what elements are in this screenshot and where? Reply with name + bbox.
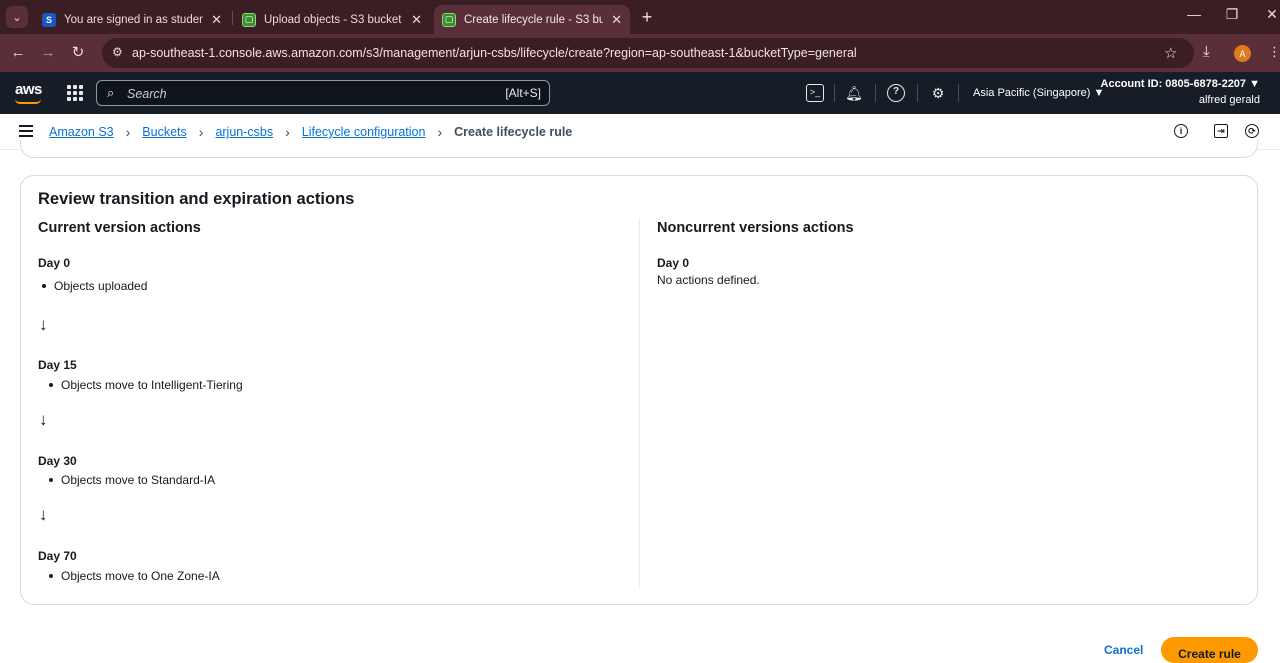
cancel-button[interactable]: Cancel	[1104, 643, 1143, 657]
arrow-down-icon: ↓	[39, 315, 48, 334]
nav-divider	[958, 84, 959, 102]
tab-title: You are signed in as student	[64, 13, 204, 26]
info-icon[interactable]: i	[1174, 124, 1188, 138]
nav-divider	[834, 84, 835, 102]
search-input[interactable]	[127, 85, 487, 102]
step-day: Day 15	[38, 358, 77, 372]
previous-container-edge	[20, 140, 1258, 158]
new-tab-icon[interactable]: +	[638, 7, 656, 28]
browser-tab-strip: ⌄ S You are signed in as student ✕ ▢ Upl…	[0, 0, 1280, 34]
aws-favicon-icon: ▢	[442, 12, 456, 27]
search-box[interactable]: ⌕ [Alt+S]	[96, 80, 550, 106]
step-action: Objects move to One Zone-IA	[49, 569, 220, 583]
forward-arrow-icon[interactable]: →	[38, 43, 58, 63]
current-version-heading: Current version actions	[38, 220, 201, 236]
back-arrow-icon[interactable]: ←	[8, 43, 28, 63]
breadcrumb-lifecycle-configuration[interactable]: Lifecycle configuration	[302, 125, 426, 139]
address-bar[interactable]: ⚙ ap-southeast-1.console.aws.amazon.com/…	[102, 38, 1194, 68]
cloudshell-icon[interactable]: >_	[806, 84, 824, 102]
download-icon[interactable]: ⤓	[1203, 43, 1210, 60]
tab-divider	[232, 11, 233, 25]
column-divider	[639, 219, 640, 587]
restore-icon[interactable]: ❐	[1222, 6, 1242, 23]
close-icon[interactable]: ✕	[211, 12, 222, 28]
arrow-down-icon: ↓	[39, 410, 48, 429]
minimize-icon[interactable]: —	[1184, 6, 1204, 22]
aws-favicon-icon: ▢	[242, 12, 256, 27]
help-icon[interactable]: ?	[887, 84, 905, 102]
step-day: Day 0	[38, 256, 71, 270]
breadcrumb-bucket[interactable]: arjun-csbs	[215, 125, 273, 139]
aws-smile-icon	[15, 99, 41, 104]
search-icon: ⌕	[107, 85, 115, 100]
tab-upload-objects[interactable]: ▢ Upload objects - S3 bucket arju ✕	[234, 5, 430, 34]
account-menu[interactable]: Account ID: 0805-6878-2207 ▼ alfred gera…	[1101, 78, 1260, 106]
chevron-right-icon: ›	[437, 124, 443, 140]
notifications-bell-icon[interactable]: 🔔︎	[845, 84, 863, 102]
nav-divider	[875, 84, 876, 102]
step-action: Objects move to Intelligent-Tiering	[49, 378, 243, 392]
aws-top-nav: aws ⌕ [Alt+S] >_ 🔔︎ ? ⚙ Asia Pacific (Si…	[0, 72, 1280, 114]
step-day: Day 70	[38, 549, 77, 563]
breadcrumb-buckets[interactable]: Buckets	[142, 125, 186, 139]
tab-title: Upload objects - S3 bucket arju	[264, 13, 403, 26]
browser-toolbar: ← → ↻ ⚙ ap-southeast-1.console.aws.amazo…	[0, 34, 1280, 72]
noncurrent-versions-column: Noncurrent versions actions Day 0 No act…	[657, 220, 1237, 287]
profile-avatar[interactable]: A	[1234, 45, 1251, 62]
step-day: Day 30	[38, 454, 77, 468]
chevron-right-icon: ›	[125, 124, 131, 140]
step-action: Objects move to Standard-IA	[49, 473, 215, 487]
tab-title: Create lifecycle rule - S3 bucket	[464, 13, 604, 26]
settings-gear-icon[interactable]: ⚙	[929, 84, 947, 102]
bookmark-star-icon[interactable]: ☆	[1164, 44, 1177, 62]
region-selector[interactable]: Asia Pacific (Singapore) ▼	[973, 87, 1104, 99]
account-id: Account ID: 0805-6878-2207 ▼	[1100, 78, 1260, 90]
search-shortcut: [Alt+S]	[505, 86, 541, 100]
tab-search-icon[interactable]: ⌄	[6, 6, 28, 28]
window-close-icon[interactable]: ✕	[1262, 6, 1280, 23]
preferences-icon[interactable]: ⟳	[1245, 124, 1259, 138]
site-info-icon[interactable]: ⚙	[112, 45, 128, 61]
current-version-column: Current version actions Day 0 Objects up…	[38, 220, 628, 583]
breadcrumb-amazon-s3[interactable]: Amazon S3	[49, 125, 114, 139]
aws-logo[interactable]: aws	[15, 81, 42, 104]
arrow-down-icon: ↓	[39, 505, 48, 524]
breadcrumb: Amazon S3 › Buckets › arjun-csbs › Lifec…	[49, 124, 572, 140]
side-panel-icon[interactable]: ⇥	[1214, 124, 1228, 138]
menu-hamburger-icon[interactable]	[19, 125, 33, 137]
close-icon[interactable]: ✕	[411, 12, 422, 28]
account-user: alfred gerald	[1198, 94, 1260, 106]
tab-signed-in[interactable]: S You are signed in as student ✕	[34, 5, 230, 34]
reload-icon[interactable]: ↻	[68, 43, 88, 63]
noncurrent-actions-text: No actions defined.	[657, 273, 760, 287]
tab-create-lifecycle-rule[interactable]: ▢ Create lifecycle rule - S3 bucket ✕	[434, 5, 630, 34]
browser-menu-icon[interactable]: ⋮	[1268, 44, 1280, 60]
url-text[interactable]: ap-southeast-1.console.aws.amazon.com/s3…	[132, 46, 857, 60]
create-rule-button[interactable]: Create rule	[1161, 637, 1258, 663]
breadcrumb-current: Create lifecycle rule	[454, 125, 573, 139]
chevron-right-icon: ›	[285, 124, 290, 140]
noncurrent-day: Day 0	[657, 256, 690, 270]
step-action: Objects uploaded	[42, 279, 147, 293]
review-actions-container: Review transition and expiration actions…	[20, 175, 1258, 605]
nav-divider	[917, 84, 918, 102]
section-title: Review transition and expiration actions	[38, 190, 355, 208]
noncurrent-versions-heading: Noncurrent versions actions	[657, 220, 854, 236]
chevron-right-icon: ›	[198, 124, 204, 140]
close-icon[interactable]: ✕	[611, 12, 622, 28]
services-grid-icon[interactable]	[67, 85, 83, 101]
aws-logo-text: aws	[15, 81, 42, 98]
site-favicon-icon: S	[42, 12, 56, 27]
